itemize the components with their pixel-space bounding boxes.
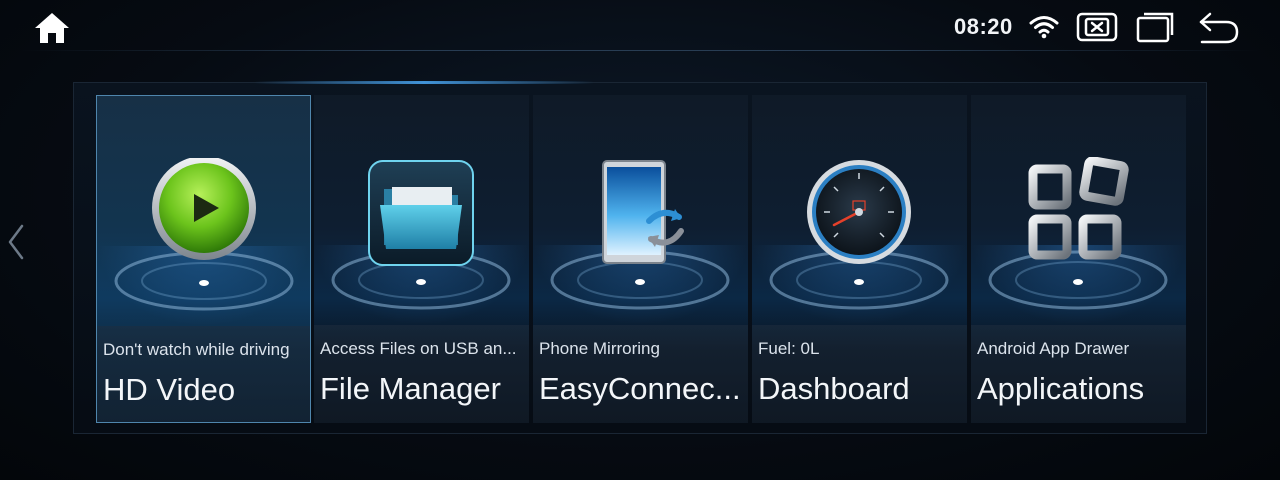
close-app-icon bbox=[1076, 12, 1118, 42]
app-title: File Manager bbox=[320, 371, 501, 406]
chevron-left-icon bbox=[8, 224, 24, 260]
play-icon bbox=[149, 156, 259, 268]
app-title: HD Video bbox=[103, 372, 236, 407]
app-tile-hd-video[interactable]: Don't watch while driving HD Video bbox=[96, 95, 311, 423]
app-subtitle: Phone Mirroring bbox=[539, 339, 660, 358]
recent-apps-icon bbox=[1136, 12, 1174, 43]
back-button[interactable] bbox=[1196, 11, 1242, 50]
home-button[interactable] bbox=[32, 10, 72, 46]
previous-page-button[interactable] bbox=[4, 222, 26, 262]
app-tile-file-manager[interactable]: Access Files on USB an... File Manager bbox=[314, 95, 529, 423]
app-grid-icon bbox=[1023, 156, 1133, 267]
status-bar: 08:20 bbox=[0, 0, 1280, 54]
app-tile-dashboard[interactable]: Fuel: 0L Dashboard bbox=[752, 95, 967, 423]
app-panel: Don't watch while driving HD Video Acces… bbox=[73, 81, 1207, 434]
app-title: Applications bbox=[977, 371, 1145, 406]
app-subtitle: Don't watch while driving bbox=[103, 340, 290, 359]
back-icon bbox=[1199, 12, 1239, 44]
app-title: Dashboard bbox=[758, 371, 910, 406]
home-icon bbox=[35, 13, 69, 43]
app-tile-easyconnect[interactable]: Phone Mirroring EasyConnec... bbox=[533, 95, 748, 423]
panel-glow bbox=[254, 81, 594, 84]
wifi-icon bbox=[1029, 16, 1059, 39]
app-subtitle: Fuel: 0L bbox=[758, 339, 820, 358]
close-app-button[interactable] bbox=[1076, 11, 1118, 48]
speedometer-icon bbox=[804, 157, 914, 267]
recent-apps-button[interactable] bbox=[1136, 11, 1176, 48]
folder-icon bbox=[366, 157, 476, 267]
clock: 08:20 bbox=[954, 14, 1013, 39]
app-tile-applications[interactable]: Android App Drawer Applications bbox=[971, 95, 1186, 423]
app-title: EasyConnec... bbox=[539, 371, 741, 406]
phone-mirror-icon bbox=[585, 157, 695, 267]
app-subtitle: Android App Drawer bbox=[977, 339, 1130, 358]
app-subtitle: Access Files on USB an... bbox=[320, 339, 517, 358]
status-bar-divider bbox=[20, 50, 1260, 51]
